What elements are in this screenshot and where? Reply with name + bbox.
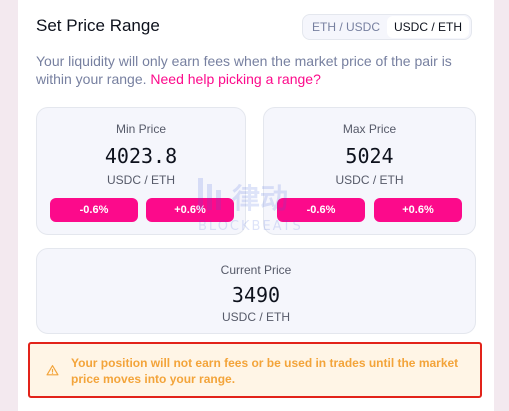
max-price-label: Max Price — [342, 122, 397, 136]
max-price-value[interactable]: 5024 — [264, 144, 475, 168]
section-title: Set Price Range — [36, 16, 160, 35]
max-price-unit: USDC / ETH — [335, 173, 404, 187]
toggle-eth-usdc[interactable]: ETH / USDC — [305, 16, 387, 38]
pair-toggle[interactable]: ETH / USDC USDC / ETH — [302, 14, 473, 40]
max-price-increase-button[interactable]: +0.6% — [374, 198, 462, 222]
max-price-decrease-button[interactable]: -0.6% — [277, 198, 365, 222]
max-price-card: Max Price 5024 USDC / ETH -0.6% +0.6% — [263, 107, 476, 235]
min-price-unit: USDC / ETH — [106, 173, 175, 187]
min-price-card: Min Price 4023.8 USDC / ETH -0.6% +0.6% — [36, 107, 246, 235]
range-description: Your liquidity will only earn fees when … — [36, 52, 486, 88]
min-price-value[interactable]: 4023.8 — [37, 144, 245, 168]
alert-triangle-icon — [46, 365, 59, 376]
min-price-increase-button[interactable]: +0.6% — [146, 198, 234, 222]
help-link[interactable]: Need help picking a range? — [150, 71, 320, 87]
current-price-card: Current Price 3490 USDC / ETH — [36, 248, 476, 334]
toggle-usdc-eth[interactable]: USDC / ETH — [387, 16, 470, 38]
current-price-value: 3490 — [231, 283, 281, 307]
current-price-unit: USDC / ETH — [221, 310, 290, 324]
warning-text: Your position will not earn fees or be u… — [71, 356, 459, 386]
min-price-decrease-button[interactable]: -0.6% — [50, 198, 138, 222]
price-range-panel: Set Price Range ETH / USDC USDC / ETH Yo… — [18, 0, 494, 411]
min-price-label: Min Price — [115, 122, 166, 136]
current-price-label: Current Price — [220, 263, 292, 277]
out-of-range-warning: Your position will not earn fees or be u… — [28, 342, 482, 398]
